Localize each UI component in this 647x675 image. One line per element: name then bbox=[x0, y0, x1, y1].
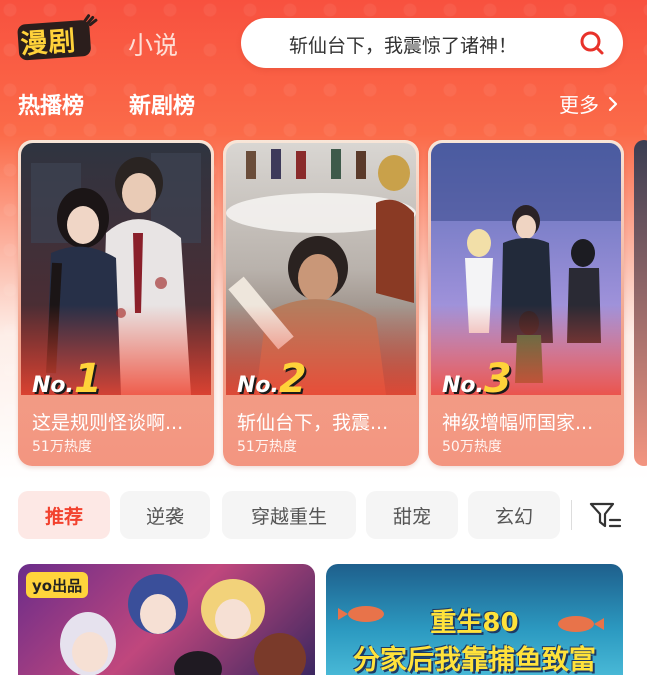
rank-number: 3 bbox=[483, 356, 512, 402]
banner-title-line2: 分家后我靠捕鱼致富 bbox=[353, 645, 596, 675]
rank-number: 1 bbox=[73, 356, 102, 402]
ranking-card[interactable]: No.2 斩仙台下，我震... 51万热度 bbox=[223, 140, 419, 466]
ranking-card[interactable]: No.3 神级增幅师国家... 50万热度 bbox=[428, 140, 624, 466]
search-bar[interactable]: 斩仙台下，我震惊了诸神！ bbox=[241, 18, 623, 68]
rank-prefix: No. bbox=[442, 373, 484, 398]
card-title: 神级增幅师国家... bbox=[442, 412, 594, 434]
rank-badge: No.3 bbox=[442, 356, 512, 402]
chip-comeback[interactable]: 逆袭 bbox=[120, 491, 210, 539]
chevron-right-icon[interactable] bbox=[607, 96, 619, 112]
banner-title-line1: 重生80 bbox=[430, 608, 519, 638]
banner-right[interactable]: 重生80 分家后我靠捕鱼致富 bbox=[326, 564, 623, 675]
banner-left[interactable]: yo出品 bbox=[18, 564, 315, 675]
tab-hot-ranking[interactable]: 热播榜 bbox=[18, 88, 84, 120]
card-heat: 50万热度 bbox=[442, 439, 502, 455]
yo-badge: yo出品 bbox=[26, 572, 89, 598]
card-heat: 51万热度 bbox=[32, 439, 92, 455]
rank-prefix: No. bbox=[32, 373, 74, 398]
chip-time-travel[interactable]: 穿越重生 bbox=[222, 491, 356, 539]
chip-romance[interactable]: 甜宠 bbox=[366, 491, 458, 539]
more-link[interactable]: 更多 bbox=[559, 89, 599, 118]
chip-recommend[interactable]: 推荐 bbox=[18, 491, 110, 539]
rank-number: 2 bbox=[278, 356, 307, 402]
tab-new-ranking[interactable]: 新剧榜 bbox=[129, 88, 195, 120]
card-title: 这是规则怪谈啊... bbox=[32, 412, 184, 434]
chip-fantasy[interactable]: 玄幻 bbox=[468, 491, 560, 539]
rank-prefix: No. bbox=[237, 373, 279, 398]
search-icon[interactable] bbox=[579, 30, 605, 56]
rank-badge: No.1 bbox=[32, 356, 102, 402]
ranking-card[interactable]: No.1 这是规则怪谈啊... 51万热度 bbox=[18, 140, 214, 466]
logo-spark-icon bbox=[82, 14, 98, 27]
chip-divider bbox=[571, 500, 572, 530]
logo-text: 漫剧 bbox=[19, 25, 78, 61]
ranking-card-peek[interactable] bbox=[634, 140, 647, 466]
rank-badge: No.2 bbox=[237, 356, 307, 402]
tab-novel[interactable]: 小说 bbox=[128, 26, 178, 62]
card-title: 斩仙台下，我震... bbox=[237, 412, 389, 434]
filter-icon[interactable] bbox=[588, 500, 622, 532]
app-logo[interactable]: 漫剧 bbox=[13, 11, 102, 63]
card-heat: 51万热度 bbox=[237, 439, 297, 455]
search-placeholder: 斩仙台下，我震惊了诸神！ bbox=[289, 35, 518, 57]
